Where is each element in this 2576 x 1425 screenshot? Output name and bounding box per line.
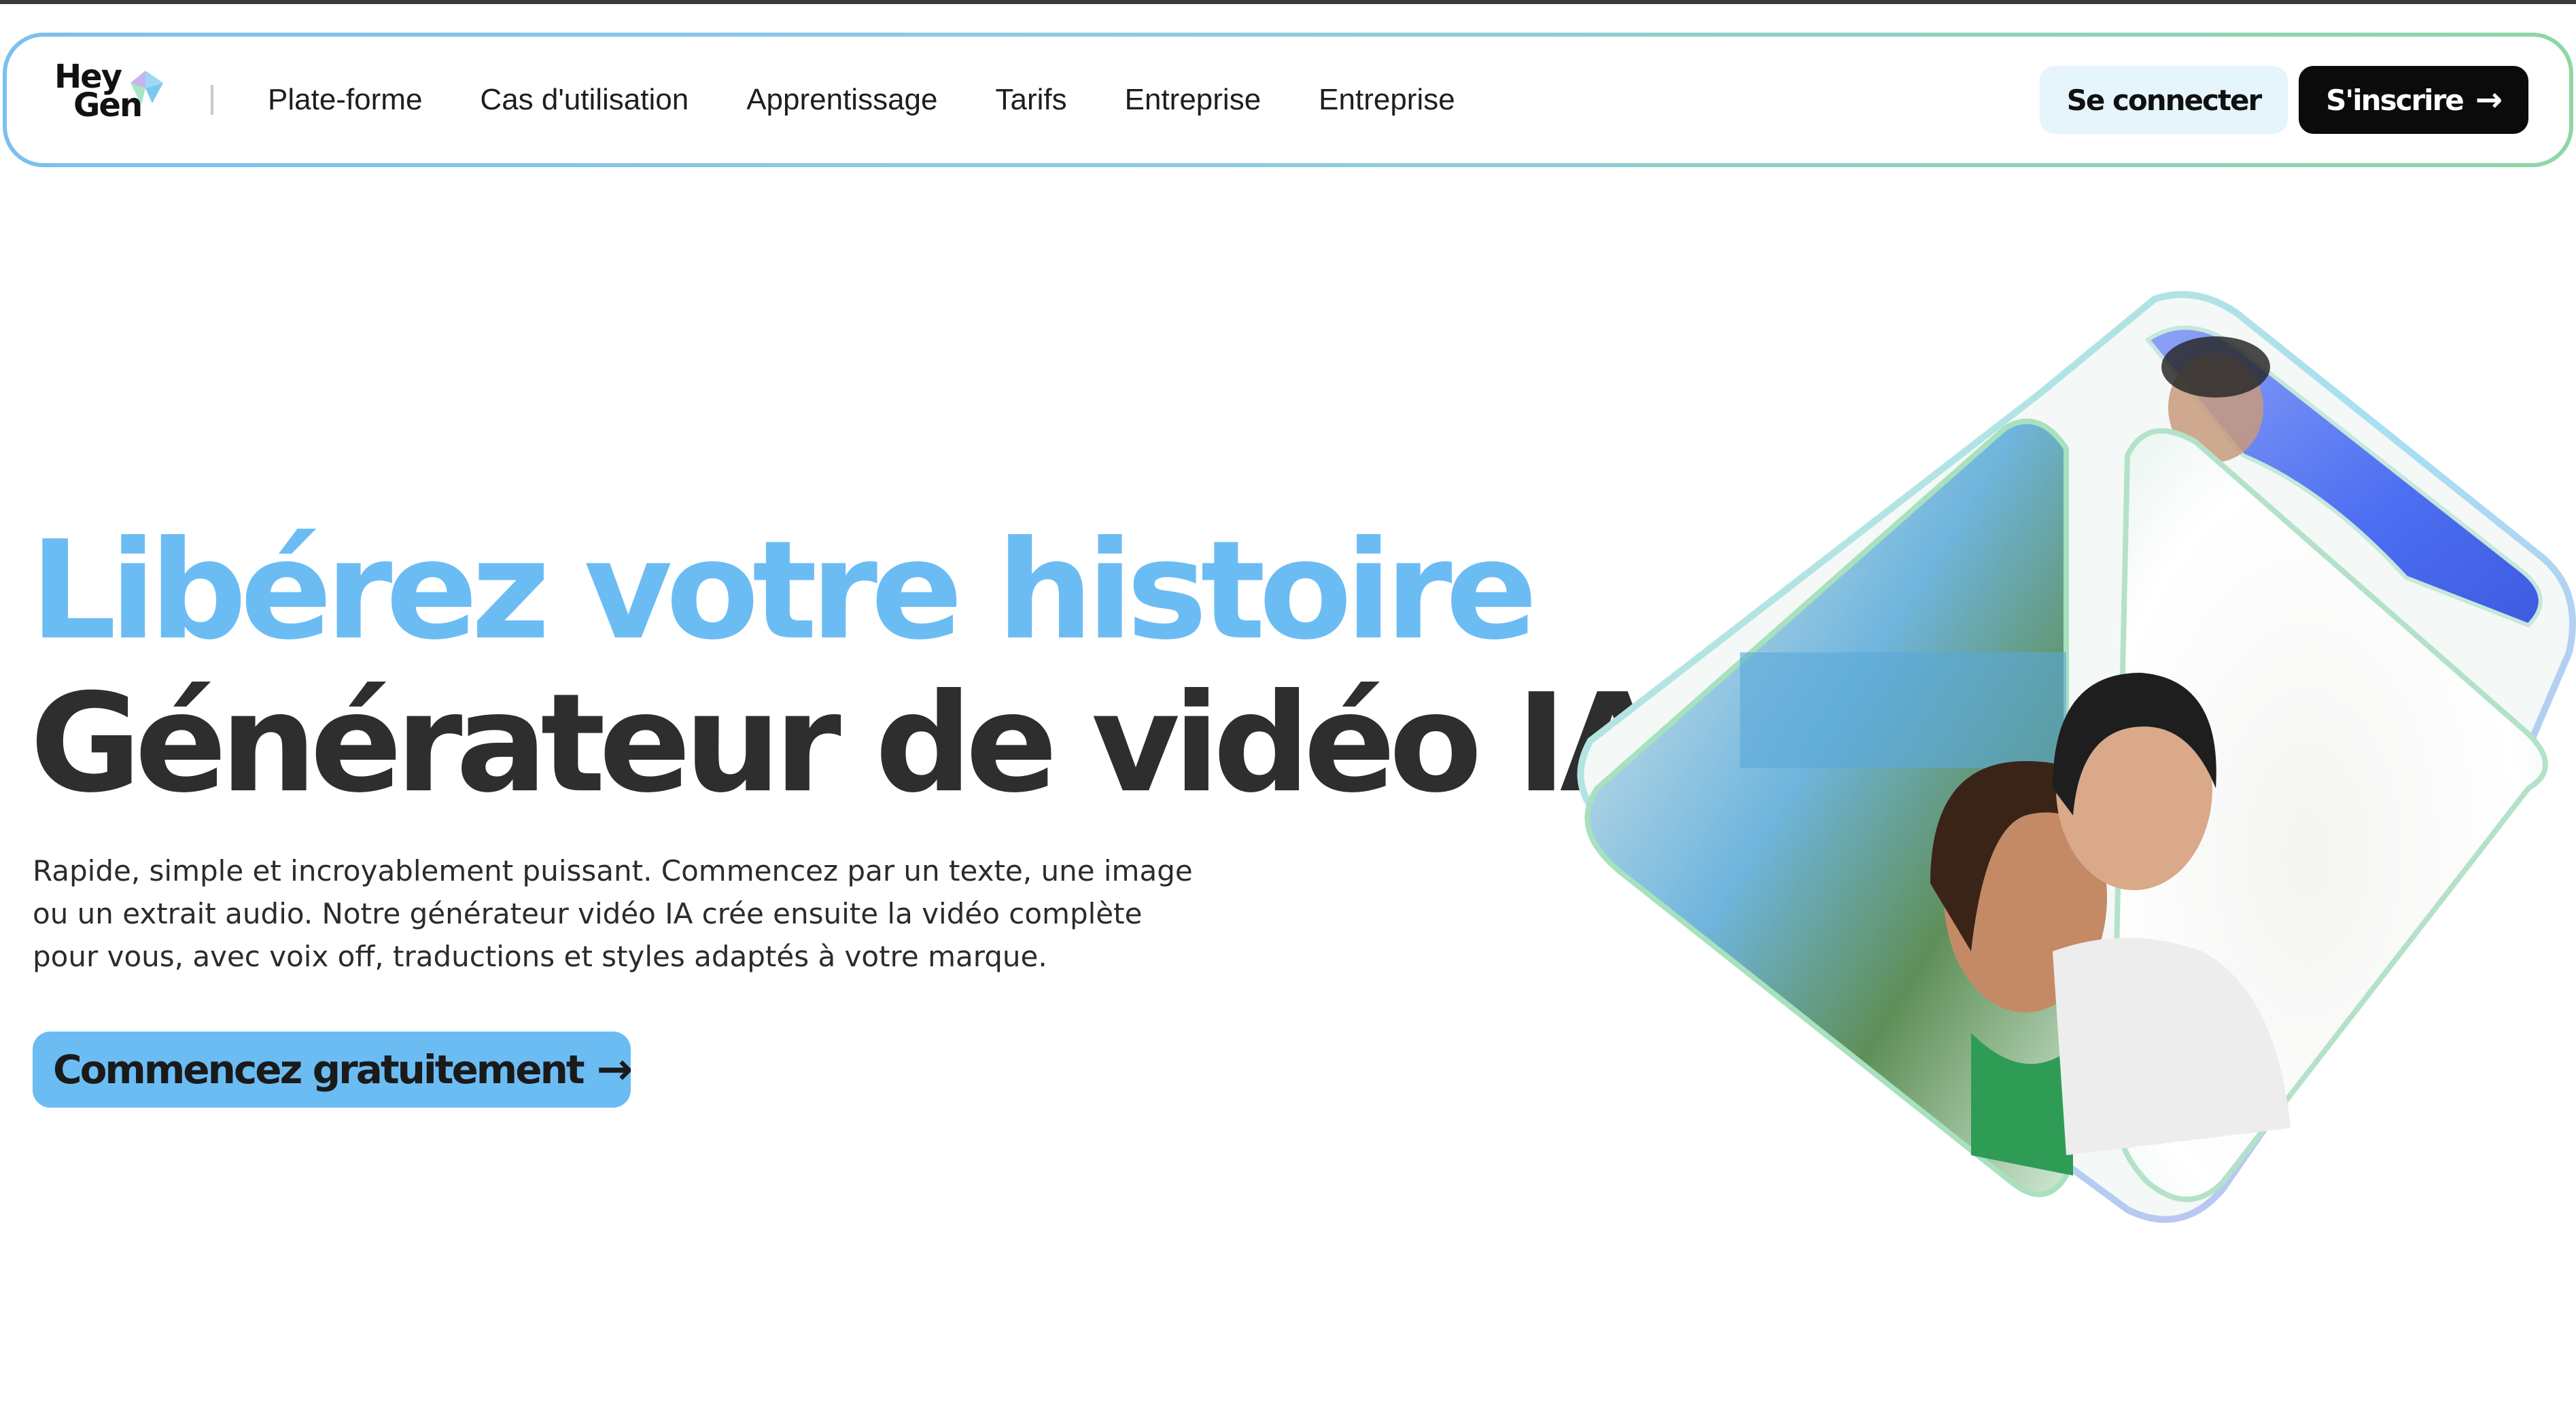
- nav-link-use-cases[interactable]: Cas d'utilisation: [480, 83, 689, 117]
- arrow-right-icon: →: [596, 1044, 633, 1095]
- logo-gem-icon: [130, 71, 163, 105]
- hero-title: Générateur de vidéo IA: [30, 665, 1665, 823]
- start-free-button-label: Commencez gratuitement: [53, 1046, 585, 1093]
- heygen-logo[interactable]: Hey Gen: [54, 60, 170, 137]
- hero-description: Rapide, simple et incroyablement puissan…: [33, 854, 1193, 973]
- nav-link-enterprise[interactable]: Entreprise: [1125, 83, 1261, 117]
- login-button-label: Se connecter: [2066, 83, 2263, 117]
- nav-link-learning[interactable]: Apprentissage: [746, 83, 937, 117]
- signup-button-label: S'inscrire: [2326, 83, 2465, 117]
- arrow-right-icon: →: [2475, 81, 2503, 119]
- nav-link-enterprise-2[interactable]: Entreprise: [1319, 83, 1455, 117]
- login-button[interactable]: Se connecter: [2039, 66, 2288, 134]
- start-free-button[interactable]: Commencez gratuitement →: [33, 1032, 633, 1108]
- nav-link-pricing[interactable]: Tarifs: [996, 83, 1067, 117]
- page: Hey Gen Plate-forme Cas d'utilisation Ap…: [0, 0, 2576, 1425]
- top-rule: [0, 0, 2576, 4]
- signup-button[interactable]: S'inscrire →: [2299, 66, 2528, 134]
- nav-link-platform[interactable]: Plate-forme: [268, 83, 422, 117]
- nav-actions: Se connecter S'inscrire →: [2039, 66, 2528, 134]
- hero-title-highlight: Libérez votre histoire: [30, 512, 1537, 670]
- nav-divider: [211, 85, 213, 115]
- navbar: Hey Gen Plate-forme Cas d'utilisation Ap…: [7, 37, 2569, 163]
- hero-3d-visual: [1441, 272, 2576, 1291]
- navbar-frame: Hey Gen Plate-forme Cas d'utilisation Ap…: [3, 33, 2573, 167]
- nav-links: Plate-forme Cas d'utilisation Apprentiss…: [268, 83, 1513, 117]
- play-shape-graphic: [1577, 291, 2576, 1223]
